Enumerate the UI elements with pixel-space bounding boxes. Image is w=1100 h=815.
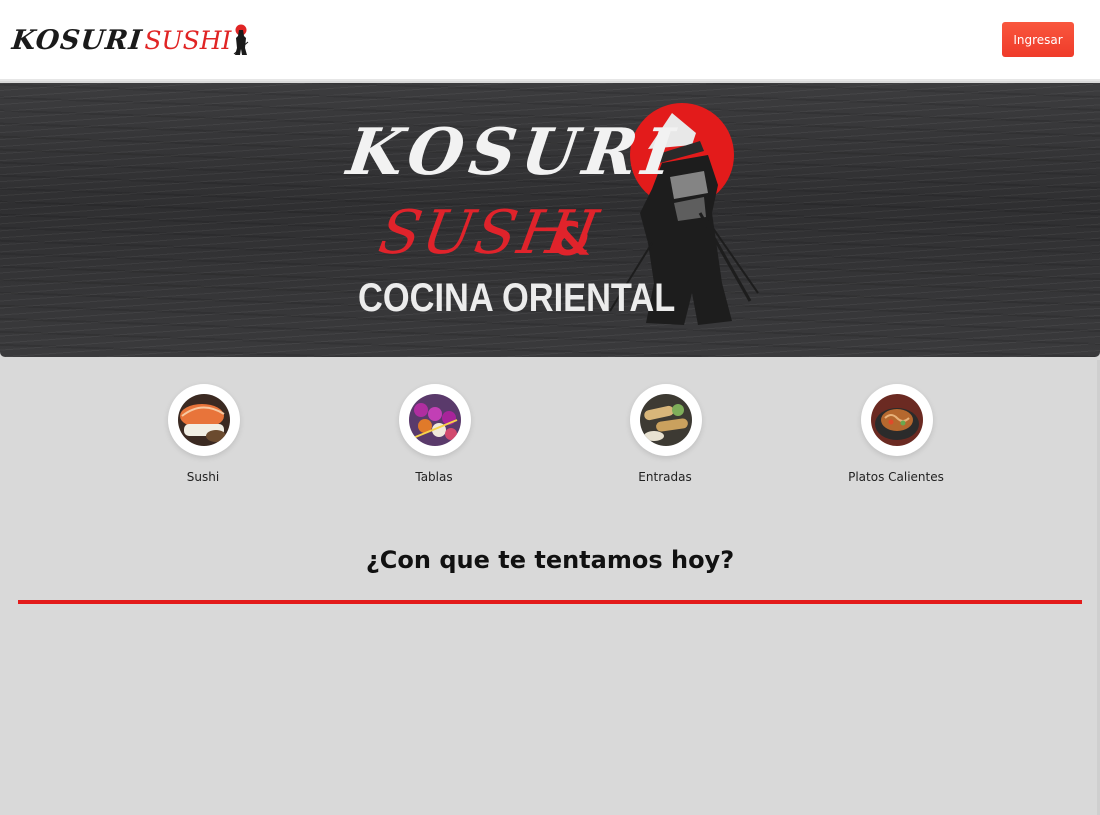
section-divider <box>18 600 1082 604</box>
category-entradas[interactable]: Entradas <box>590 384 740 494</box>
sushi-image <box>178 394 230 446</box>
category-tablas-label[interactable]: Tablas <box>359 470 509 484</box>
login-button[interactable]: Ingresar <box>1002 22 1074 57</box>
category-tablas[interactable]: Tablas <box>359 384 509 494</box>
category-platos-calientes-label[interactable]: Platos Calientes <box>821 470 971 484</box>
hero-tagline: COCINA ORIENTAL <box>358 276 676 320</box>
spring-rolls-image <box>640 394 692 446</box>
category-platos-calientes[interactable]: Platos Calientes <box>821 384 971 494</box>
hero-brand-kosuri: KOSURI <box>342 115 685 190</box>
logo-word-sushi: SUSHI <box>144 26 232 55</box>
sushi-platter-image <box>409 394 461 446</box>
top-navbar: KOSURI SUSHI Ingresar <box>0 0 1100 81</box>
category-platos-calientes-thumb[interactable] <box>861 384 933 456</box>
category-entradas-thumb[interactable] <box>630 384 702 456</box>
hot-dish-image <box>871 394 923 446</box>
section-title: ¿Con que te tentamos hoy? <box>365 546 735 574</box>
samurai-icon <box>234 24 249 55</box>
hero-banner: KOSURI SUSHI & COCINA ORIENTAL <box>0 83 1100 357</box>
category-sushi[interactable]: Sushi <box>128 384 278 494</box>
category-sushi-thumb[interactable] <box>168 384 240 456</box>
category-tablas-thumb[interactable] <box>399 384 471 456</box>
brand-logo[interactable]: KOSURI SUSHI <box>10 20 250 56</box>
logo-word-kosuri: KOSURI <box>10 25 145 56</box>
hero-ampersand: & <box>551 212 592 266</box>
category-sushi-label[interactable]: Sushi <box>128 470 278 484</box>
category-entradas-label[interactable]: Entradas <box>590 470 740 484</box>
